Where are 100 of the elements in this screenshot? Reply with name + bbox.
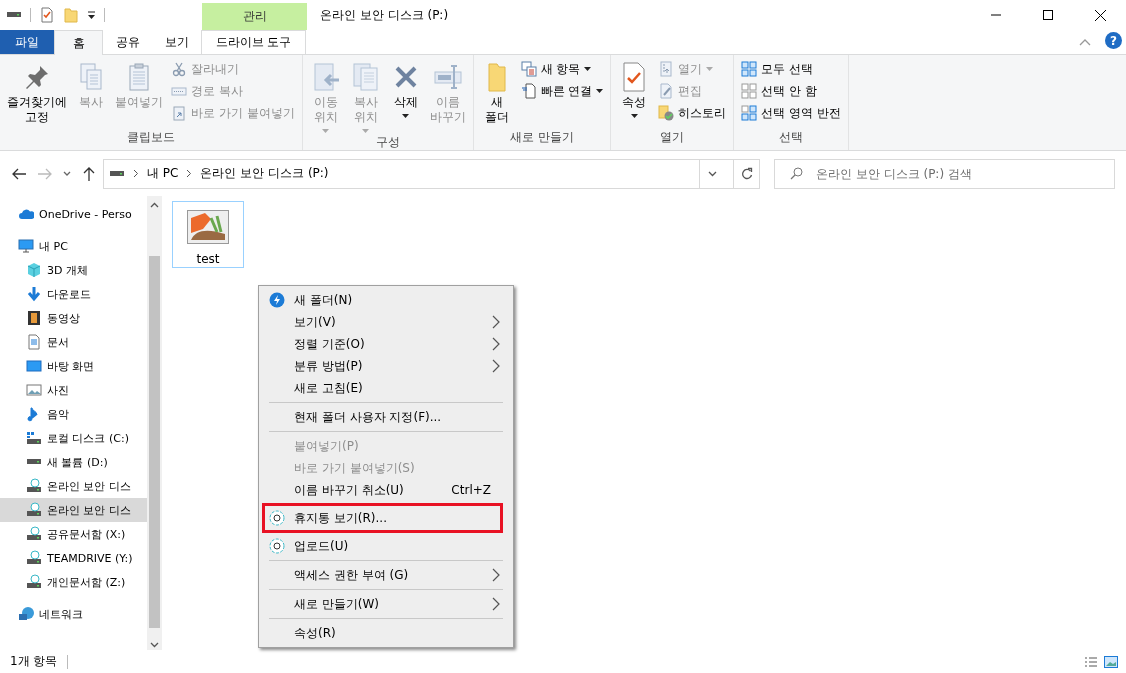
menu-item[interactable]: 액세스 권한 부여 (G): [261, 564, 511, 586]
group-label: 열기: [659, 129, 686, 146]
nav-item[interactable]: 새 볼륨 (D:): [0, 450, 147, 474]
nav-item[interactable]: 사진: [0, 378, 147, 402]
menu-item[interactable]: 속성(R): [261, 622, 511, 644]
ribbon-tab[interactable]: 보기: [152, 30, 201, 54]
menu-item[interactable]: 업로드(U): [261, 535, 511, 557]
search-field[interactable]: 온라인 보안 디스크 (P:) 검색: [774, 158, 1115, 189]
chevron-right-icon: [133, 169, 139, 178]
ribbon-button[interactable]: 히스토리: [655, 102, 730, 124]
drive-icon: [26, 550, 42, 566]
image-file-icon: [187, 210, 229, 244]
menu-item-label: 정렬 기준(O): [294, 335, 365, 353]
ribbon-button[interactable]: 즐겨찾기에 고정: [4, 55, 70, 125]
pencil-icon: [658, 83, 675, 99]
menu-item-label: 새 폴더(N): [294, 291, 353, 309]
nav-item[interactable]: 로컬 디스크 (C:): [0, 426, 147, 450]
ribbon-button[interactable]: 모두 선택: [738, 58, 845, 80]
ribbon-button[interactable]: 삭제: [386, 55, 425, 118]
nav-item[interactable]: 다운로드: [0, 282, 147, 306]
menu-item[interactable]: 새로 고침(E): [261, 377, 511, 399]
ribbon-tab[interactable]: 홈: [54, 30, 103, 55]
menu-item[interactable]: 보기(V): [261, 311, 511, 333]
menu-item[interactable]: 휴지통 보기(R)...: [262, 503, 503, 533]
chevron-down-icon: [708, 170, 717, 177]
ribbon-button[interactable]: 빠른 연결: [517, 80, 607, 102]
nav-item-label: 온라인 보안 디스: [47, 502, 131, 518]
nav-item-label: 바탕 화면: [47, 358, 95, 374]
chevron-down-icon: [63, 171, 71, 176]
nav-item-label: OneDrive - Perso: [39, 207, 132, 221]
collapse-ribbon-icon[interactable]: [1079, 38, 1091, 46]
circle-logo-icon: [269, 510, 285, 526]
drive-icon: [26, 478, 42, 494]
ribbon-tab[interactable]: 공유: [103, 30, 152, 54]
menu-item[interactable]: 새로 만들기(W): [261, 593, 511, 615]
chevron-right-icon: [186, 169, 193, 178]
nav-item[interactable]: 문서: [0, 330, 147, 354]
group-label: 새로 만들기: [509, 129, 575, 146]
menu-item-label: 새로 고침(E): [294, 379, 363, 397]
scroll-down-icon[interactable]: [150, 642, 159, 648]
nav-item[interactable]: 내 PC: [0, 234, 147, 258]
nav-item[interactable]: TEAMDRIVE (Y:): [0, 546, 147, 570]
nav-item[interactable]: 네트워크: [0, 602, 147, 626]
menu-item-label: 업로드(U): [294, 537, 349, 555]
nav-item-label: 사진: [47, 382, 69, 398]
file-item[interactable]: test: [172, 201, 244, 268]
breadcrumb[interactable]: 온라인 보안 디스크 (P:): [200, 165, 329, 182]
circle-logo-icon: [269, 538, 285, 554]
nav-item-label: 음악: [47, 406, 69, 422]
menu-item[interactable]: 새 폴더(N): [261, 289, 511, 311]
details-view-icon[interactable]: [1084, 655, 1098, 668]
ribbon-tab[interactable]: 파일: [0, 30, 54, 54]
menu-item[interactable]: 정렬 기준(O): [261, 333, 511, 355]
drive-icon: [26, 502, 42, 518]
dropdown-caret-icon: [630, 114, 638, 118]
nav-item[interactable]: 온라인 보안 디스: [0, 498, 147, 522]
properties-icon[interactable]: [39, 7, 55, 23]
nav-item[interactable]: 동영상: [0, 306, 147, 330]
nav-item[interactable]: 공유문서함 (X:): [0, 522, 147, 546]
film-icon: [26, 310, 42, 326]
menu-item-label: 보기(V): [294, 313, 336, 331]
menu-item-label: 붙여넣기(P): [294, 437, 359, 455]
nav-item[interactable]: 바탕 화면: [0, 354, 147, 378]
ribbon-tab[interactable]: 드라이브 도구: [201, 30, 306, 54]
drive-icon: [26, 574, 42, 590]
customize-dropdown-icon[interactable]: [87, 10, 96, 20]
nav-item-label: 내 PC: [39, 238, 68, 254]
drive-icon: [109, 170, 125, 177]
ribbon-button[interactable]: 속성: [615, 55, 654, 118]
menu-item-label: 액세스 권한 부여 (G): [294, 566, 409, 584]
dropdown-caret-icon: [584, 67, 592, 71]
menu-item[interactable]: 분류 방법(P): [261, 355, 511, 377]
drive-icon[interactable]: [6, 12, 22, 18]
nav-item[interactable]: 온라인 보안 디스: [0, 474, 147, 498]
clipboard-icon: [171, 105, 187, 121]
ribbon-button[interactable]: 새 항목: [517, 58, 607, 80]
scroll-up-icon[interactable]: [150, 202, 159, 208]
nav-item[interactable]: 음악: [0, 402, 147, 426]
help-button[interactable]: ?: [1105, 32, 1122, 49]
ribbon-button[interactable]: 선택 영역 반전: [738, 102, 845, 124]
ribbon-button[interactable]: 새 폴더: [477, 55, 516, 125]
dropdown-caret-icon: [362, 129, 370, 133]
scrollbar-thumb[interactable]: [149, 256, 160, 628]
drive-icon: [26, 430, 42, 446]
address-bar[interactable]: 내 PC 온라인 보안 디스크 (P:): [103, 158, 760, 189]
ribbon-button[interactable]: 선택 안 함: [738, 80, 845, 102]
nav-item[interactable]: 개인문서함 (Z:): [0, 570, 147, 594]
nav-item-label: 로컬 디스크 (C:): [47, 430, 129, 446]
shortcut-label: Ctrl+Z: [451, 483, 491, 497]
large-icons-view-icon[interactable]: [1104, 655, 1118, 668]
menu-item[interactable]: 현재 폴더 사용자 지정(F)...: [261, 406, 511, 428]
menu-item-label: 이름 바꾸기 취소(U): [294, 481, 404, 499]
scrollbar[interactable]: [147, 196, 162, 650]
nav-item[interactable]: 3D 개체: [0, 258, 147, 282]
nav-item-label: 개인문서함 (Z:): [47, 574, 126, 590]
breadcrumb[interactable]: 내 PC: [147, 165, 179, 182]
dropdown-caret-icon: [706, 67, 714, 71]
menu-item[interactable]: 이름 바꾸기 취소(U) Ctrl+Z: [261, 479, 511, 501]
nav-item-label: 문서: [47, 334, 69, 350]
nav-item[interactable]: OneDrive - Perso: [0, 202, 147, 226]
